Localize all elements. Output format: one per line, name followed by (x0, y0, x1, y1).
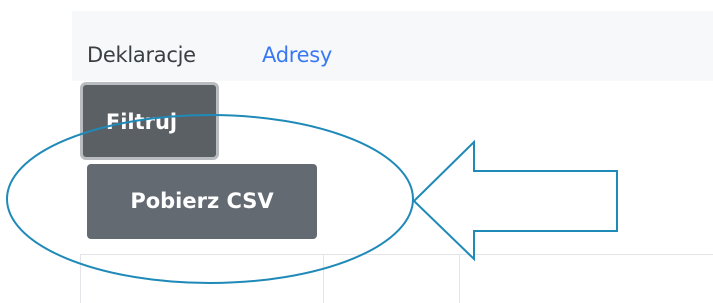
filter-button-label: Filtruj (105, 110, 178, 134)
results-table (80, 254, 713, 303)
annotation-arrow-left-icon (412, 139, 618, 262)
table-column-divider (80, 255, 81, 303)
tab-addresses[interactable]: Adresy (262, 40, 332, 70)
tab-declarations[interactable]: Deklaracje (87, 40, 196, 70)
filter-button[interactable]: Filtruj (80, 82, 219, 160)
tabs-bar: Deklaracje Adresy (72, 11, 713, 81)
table-column-divider (459, 255, 460, 303)
page: Deklaracje Adresy Filtruj Pobierz CSV (0, 0, 713, 303)
table-column-divider (323, 255, 324, 303)
download-csv-button[interactable]: Pobierz CSV (87, 164, 317, 239)
download-csv-button-label: Pobierz CSV (130, 189, 274, 213)
